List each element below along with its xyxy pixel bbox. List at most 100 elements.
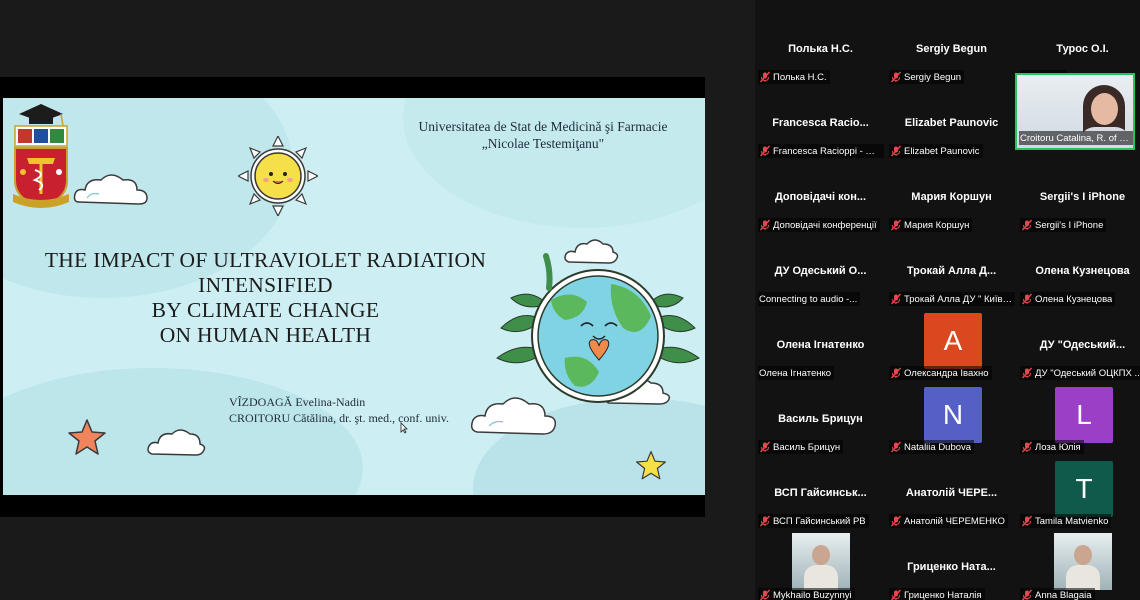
shared-screen-area: Universitatea de Stat de Medicină şi Far…: [0, 0, 752, 600]
participant-tile[interactable]: Полька Н.С. Полька Н.С.: [756, 13, 885, 87]
participant-tile[interactable]: Олена Ігнатенко Олена Ігнатенко: [756, 309, 885, 383]
participant-display-name: ВСП Гайсинськ...: [774, 487, 867, 499]
participant-name-label: Лоза Юлія: [1020, 440, 1084, 454]
participant-tile[interactable]: Мария Коршун Мария Коршун: [887, 161, 1016, 235]
participant-name-label: Connecting to audio -...: [758, 292, 861, 306]
mic-muted-icon: [759, 71, 771, 83]
participant-label-text: Mykhailo Buzynnyi: [773, 589, 852, 600]
participant-label-text: Мария Коршун: [904, 219, 970, 231]
author-2: CROITORU Cătălina, dr. şt. med., conf. u…: [229, 411, 449, 425]
participant-name-label: Анатолій ЧЕРЕМЕНКО: [889, 514, 1008, 528]
participant-display-name: Elizabet Paunovic: [904, 117, 999, 129]
participant-display-name: ДУ "Одеський...: [1039, 339, 1126, 351]
participant-label-text: ДУ "Одеський ОЦКПХ ...: [1035, 367, 1140, 379]
participant-photo: [792, 533, 850, 590]
participant-name-label: ДУ "Одеський ОЦКПХ ...: [1020, 366, 1140, 380]
participant-tile[interactable]: Sergiy Begun Sergiy Begun: [887, 13, 1016, 87]
participant-name-label: Гриценко Наталія: [889, 588, 985, 600]
mic-muted-icon: [759, 145, 771, 157]
participant-tile[interactable]: Anna Blagaia: [1018, 531, 1140, 600]
participant-display-name: Василь Брицун: [778, 413, 863, 425]
participant-name-label: Олена Кузнецова: [1020, 292, 1116, 306]
participant-tile[interactable]: N Nataliia Dubova: [887, 383, 1016, 457]
participant-name-label: Олена Ігнатенко: [758, 366, 835, 380]
participant-tile[interactable]: Mykhailo Buzynnyi: [756, 531, 885, 600]
active-speaker-name: Croitoru Catalina, R. of Mo: [1020, 132, 1130, 144]
title-line: BY CLIMATE CHANGE: [151, 298, 380, 322]
participant-tile[interactable]: Василь Брицун Василь Брицун: [756, 383, 885, 457]
university-name: Universitatea de Stat de Medicină şi Far…: [393, 118, 693, 152]
participant-tile[interactable]: Гриценко Ната... Гриценко Наталія: [887, 531, 1016, 600]
participant-tile[interactable]: Francesca Racio... Francesca Racioppi - W…: [756, 87, 885, 161]
participant-display-name: Мария Коршун: [911, 191, 992, 203]
star-illustration: [636, 451, 666, 480]
participant-display-name: Олена Кузнецова: [1035, 265, 1130, 277]
mic-muted-icon: [1021, 589, 1033, 600]
authors-block: VÎZDOAGĂ Evelina-Nadin CROITORU Cătălina…: [229, 394, 449, 426]
participant-name-label: Василь Брицун: [758, 440, 844, 454]
participant-label-text: Лоза Юлія: [1035, 441, 1081, 453]
participant-display-name: Анатолій ЧЕРЕ...: [905, 487, 998, 499]
title-line: INTENSIFIED: [198, 273, 333, 297]
author-1: VÎZDOAGĂ Evelina-Nadin: [229, 395, 366, 409]
participant-label-text: Elizabet Paunovic: [904, 145, 980, 157]
sun-illustration: [238, 136, 318, 216]
participant-tile[interactable]: Elizabet Paunovic Elizabet Paunovic: [887, 87, 1016, 161]
participant-label-text: Доповідачі конференції: [773, 219, 877, 231]
participant-display-name: Francesca Racio...: [772, 117, 869, 129]
mic-muted-icon: [1021, 219, 1033, 231]
participant-tile[interactable]: Олена Кузнецова Олена Кузнецова: [1018, 235, 1140, 309]
university-line-2: „Nicolae Testemiţanu": [481, 136, 605, 151]
mic-muted-icon: [890, 293, 902, 305]
participant-tile[interactable]: Sergii's I iPhone Sergii's I iPhone: [1018, 161, 1140, 235]
participant-label-text: Олена Кузнецова: [1035, 293, 1113, 305]
participants-panel: Полька Н.С. Полька Н.С. Sergiy Begun Sergiy…: [755, 0, 1140, 600]
active-speaker-video[interactable]: Croitoru Catalina, R. of Mo: [1015, 73, 1135, 150]
title-line: THE IMPACT OF ULTRAVIOLET RADIATION: [44, 248, 487, 272]
participant-tile[interactable]: ВСП Гайсинськ... ВСП Гайсинський РВ: [756, 457, 885, 531]
participant-label-text: Василь Брицун: [773, 441, 841, 453]
participant-display-name: Полька Н.С.: [788, 43, 853, 55]
participant-label-text: Connecting to audio -...: [759, 293, 858, 305]
mic-muted-icon: [890, 71, 902, 83]
participant-tile[interactable]: ДУ "Одеський... ДУ "Одеський ОЦКПХ ...: [1018, 309, 1140, 383]
participant-label-text: Anna Blagaia: [1035, 589, 1092, 600]
slide-title: THE IMPACT OF ULTRAVIOLET RADIATION INTE…: [13, 248, 518, 348]
participant-display-name: ДУ Одеський О...: [774, 265, 867, 277]
participant-tile[interactable]: Анатолій ЧЕРЕ... Анатолій ЧЕРЕМЕНКО: [887, 457, 1016, 531]
participant-tile[interactable]: A Олександра Івахно: [887, 309, 1016, 383]
participant-tile[interactable]: Доповідачі кон... Доповідачі конференції: [756, 161, 885, 235]
participant-display-name: Турос О.І.: [1056, 43, 1109, 55]
participant-label-text: Sergii's I iPhone: [1035, 219, 1104, 231]
participant-display-name: Трокай Алла Д...: [906, 265, 997, 277]
mic-muted-icon: [1021, 441, 1033, 453]
participant-label-text: Полька Н.С.: [773, 71, 827, 83]
university-logo: [13, 104, 69, 208]
participant-label-text: Анатолій ЧЕРЕМЕНКО: [904, 515, 1005, 527]
participant-avatar: T: [1055, 461, 1113, 517]
participant-name-label: Доповідачі конференції: [758, 218, 880, 232]
participant-name-label: Sergii's I iPhone: [1020, 218, 1107, 232]
mic-muted-icon: [759, 441, 771, 453]
participant-name-label: Nataliia Dubova: [889, 440, 975, 454]
participant-tile[interactable]: L Лоза Юлія: [1018, 383, 1140, 457]
title-line: ON HUMAN HEALTH: [159, 323, 372, 347]
participant-display-name: Sergii's I iPhone: [1039, 191, 1126, 203]
mic-muted-icon: [890, 145, 902, 157]
participant-name-label: Sergiy Begun: [889, 70, 965, 84]
participant-label-text: Олена Ігнатенко: [759, 367, 832, 379]
participant-tile[interactable]: Трокай Алла Д... Трокай Алла ДУ " Київс..…: [887, 235, 1016, 309]
presentation-slide: Universitatea de Stat de Medicină şi Far…: [3, 98, 705, 495]
mic-muted-icon: [890, 589, 902, 600]
participant-tile[interactable]: ДУ Одеський О... Connecting to audio -...: [756, 235, 885, 309]
participant-label-text: Sergiy Begun: [904, 71, 962, 83]
mic-muted-icon: [1021, 515, 1033, 527]
participant-label-text: Nataliia Dubova: [904, 441, 972, 453]
participant-name-label: Mykhailo Buzynnyi: [758, 588, 855, 600]
participant-tile[interactable]: T Tamila Matvienko: [1018, 457, 1140, 531]
participant-label-text: Гриценко Наталія: [904, 589, 982, 600]
participant-display-name: Sergiy Begun: [916, 43, 987, 55]
mic-muted-icon: [890, 367, 902, 379]
participant-display-name: Доповідачі кон...: [774, 191, 867, 203]
participant-label-text: Олександра Івахно: [904, 367, 989, 379]
